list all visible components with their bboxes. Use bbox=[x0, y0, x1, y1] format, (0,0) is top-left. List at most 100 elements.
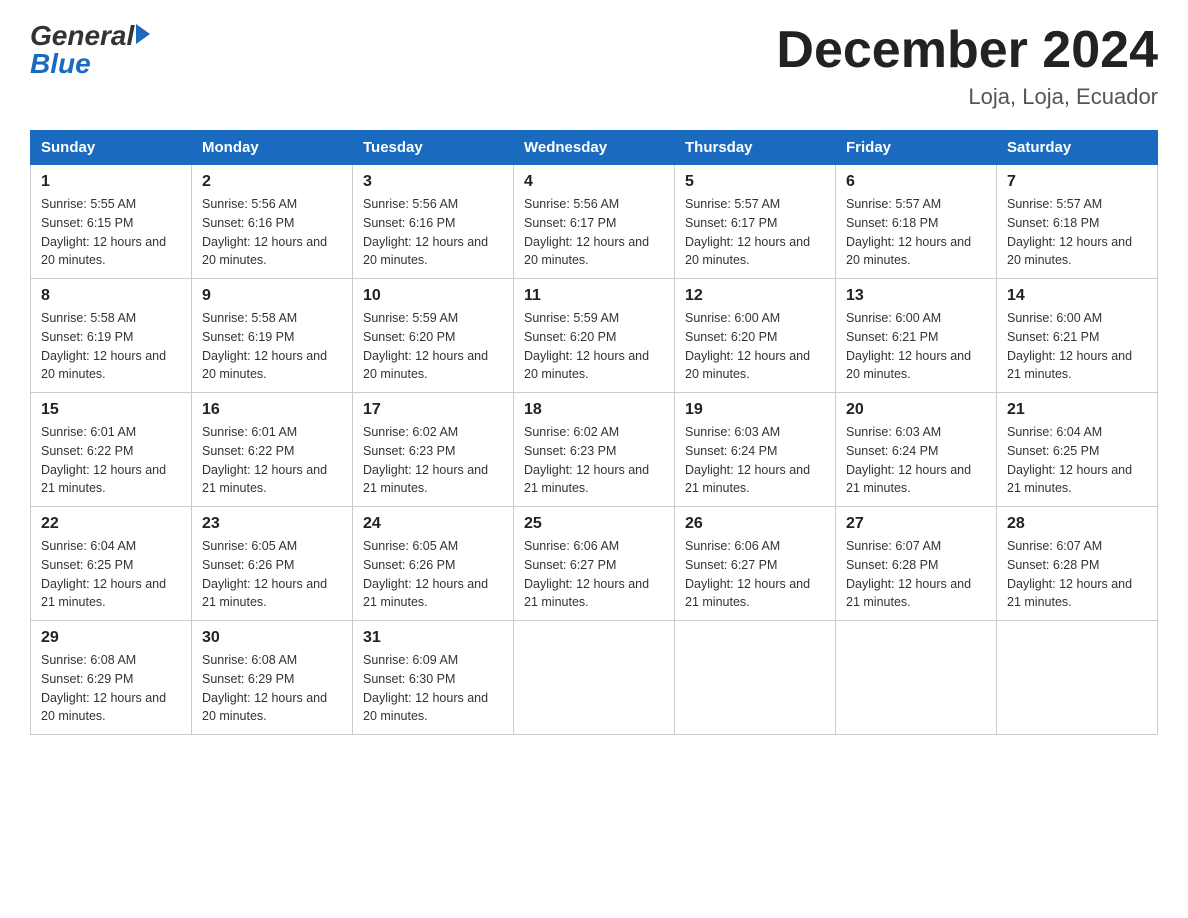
day-number: 10 bbox=[363, 287, 503, 305]
day-info: Sunrise: 6:04 AM Sunset: 6:25 PM Dayligh… bbox=[41, 537, 181, 612]
day-number: 24 bbox=[363, 515, 503, 533]
logo-blue-text: Blue bbox=[30, 48, 91, 80]
calendar-cell: 17 Sunrise: 6:02 AM Sunset: 6:23 PM Dayl… bbox=[353, 393, 514, 507]
day-number: 29 bbox=[41, 629, 181, 647]
day-number: 12 bbox=[685, 287, 825, 305]
calendar-cell: 3 Sunrise: 5:56 AM Sunset: 6:16 PM Dayli… bbox=[353, 165, 514, 279]
calendar-cell: 19 Sunrise: 6:03 AM Sunset: 6:24 PM Dayl… bbox=[675, 393, 836, 507]
header-saturday: Saturday bbox=[997, 131, 1158, 165]
day-info: Sunrise: 5:59 AM Sunset: 6:20 PM Dayligh… bbox=[363, 309, 503, 384]
header-sunday: Sunday bbox=[31, 131, 192, 165]
calendar-cell: 27 Sunrise: 6:07 AM Sunset: 6:28 PM Dayl… bbox=[836, 507, 997, 621]
day-info: Sunrise: 6:01 AM Sunset: 6:22 PM Dayligh… bbox=[41, 423, 181, 498]
day-info: Sunrise: 5:55 AM Sunset: 6:15 PM Dayligh… bbox=[41, 195, 181, 270]
calendar-week-4: 22 Sunrise: 6:04 AM Sunset: 6:25 PM Dayl… bbox=[31, 507, 1158, 621]
calendar-week-1: 1 Sunrise: 5:55 AM Sunset: 6:15 PM Dayli… bbox=[31, 165, 1158, 279]
calendar-cell: 21 Sunrise: 6:04 AM Sunset: 6:25 PM Dayl… bbox=[997, 393, 1158, 507]
day-number: 7 bbox=[1007, 173, 1147, 191]
day-number: 2 bbox=[202, 173, 342, 191]
day-info: Sunrise: 6:02 AM Sunset: 6:23 PM Dayligh… bbox=[363, 423, 503, 498]
day-number: 1 bbox=[41, 173, 181, 191]
day-number: 15 bbox=[41, 401, 181, 419]
calendar-cell: 20 Sunrise: 6:03 AM Sunset: 6:24 PM Dayl… bbox=[836, 393, 997, 507]
day-info: Sunrise: 6:08 AM Sunset: 6:29 PM Dayligh… bbox=[202, 651, 342, 726]
day-number: 9 bbox=[202, 287, 342, 305]
day-number: 3 bbox=[363, 173, 503, 191]
day-number: 6 bbox=[846, 173, 986, 191]
day-info: Sunrise: 5:58 AM Sunset: 6:19 PM Dayligh… bbox=[41, 309, 181, 384]
calendar-cell: 15 Sunrise: 6:01 AM Sunset: 6:22 PM Dayl… bbox=[31, 393, 192, 507]
calendar-cell: 12 Sunrise: 6:00 AM Sunset: 6:20 PM Dayl… bbox=[675, 279, 836, 393]
calendar-cell: 25 Sunrise: 6:06 AM Sunset: 6:27 PM Dayl… bbox=[514, 507, 675, 621]
calendar-cell: 26 Sunrise: 6:06 AM Sunset: 6:27 PM Dayl… bbox=[675, 507, 836, 621]
header-thursday: Thursday bbox=[675, 131, 836, 165]
calendar-cell: 31 Sunrise: 6:09 AM Sunset: 6:30 PM Dayl… bbox=[353, 621, 514, 735]
day-info: Sunrise: 6:00 AM Sunset: 6:21 PM Dayligh… bbox=[846, 309, 986, 384]
day-info: Sunrise: 6:01 AM Sunset: 6:22 PM Dayligh… bbox=[202, 423, 342, 498]
day-info: Sunrise: 5:56 AM Sunset: 6:16 PM Dayligh… bbox=[202, 195, 342, 270]
day-number: 4 bbox=[524, 173, 664, 191]
day-number: 25 bbox=[524, 515, 664, 533]
day-number: 28 bbox=[1007, 515, 1147, 533]
calendar-cell: 10 Sunrise: 5:59 AM Sunset: 6:20 PM Dayl… bbox=[353, 279, 514, 393]
logo: General Blue bbox=[30, 20, 150, 80]
calendar-week-5: 29 Sunrise: 6:08 AM Sunset: 6:29 PM Dayl… bbox=[31, 621, 1158, 735]
header-monday: Monday bbox=[192, 131, 353, 165]
calendar-cell: 18 Sunrise: 6:02 AM Sunset: 6:23 PM Dayl… bbox=[514, 393, 675, 507]
day-info: Sunrise: 6:07 AM Sunset: 6:28 PM Dayligh… bbox=[846, 537, 986, 612]
calendar-cell: 4 Sunrise: 5:56 AM Sunset: 6:17 PM Dayli… bbox=[514, 165, 675, 279]
day-number: 19 bbox=[685, 401, 825, 419]
day-info: Sunrise: 6:03 AM Sunset: 6:24 PM Dayligh… bbox=[685, 423, 825, 498]
calendar-cell: 5 Sunrise: 5:57 AM Sunset: 6:17 PM Dayli… bbox=[675, 165, 836, 279]
header-friday: Friday bbox=[836, 131, 997, 165]
day-number: 30 bbox=[202, 629, 342, 647]
header-tuesday: Tuesday bbox=[353, 131, 514, 165]
day-number: 8 bbox=[41, 287, 181, 305]
day-number: 23 bbox=[202, 515, 342, 533]
title-block: December 2024 Loja, Loja, Ecuador bbox=[776, 20, 1158, 110]
day-info: Sunrise: 6:04 AM Sunset: 6:25 PM Dayligh… bbox=[1007, 423, 1147, 498]
calendar-cell: 16 Sunrise: 6:01 AM Sunset: 6:22 PM Dayl… bbox=[192, 393, 353, 507]
day-number: 22 bbox=[41, 515, 181, 533]
day-info: Sunrise: 6:06 AM Sunset: 6:27 PM Dayligh… bbox=[524, 537, 664, 612]
calendar-cell: 6 Sunrise: 5:57 AM Sunset: 6:18 PM Dayli… bbox=[836, 165, 997, 279]
day-number: 21 bbox=[1007, 401, 1147, 419]
calendar-table: SundayMondayTuesdayWednesdayThursdayFrid… bbox=[30, 130, 1158, 735]
day-info: Sunrise: 6:00 AM Sunset: 6:21 PM Dayligh… bbox=[1007, 309, 1147, 384]
day-info: Sunrise: 5:56 AM Sunset: 6:17 PM Dayligh… bbox=[524, 195, 664, 270]
calendar-cell: 11 Sunrise: 5:59 AM Sunset: 6:20 PM Dayl… bbox=[514, 279, 675, 393]
page-header: General Blue December 2024 Loja, Loja, E… bbox=[30, 20, 1158, 110]
calendar-cell: 23 Sunrise: 6:05 AM Sunset: 6:26 PM Dayl… bbox=[192, 507, 353, 621]
day-info: Sunrise: 5:57 AM Sunset: 6:17 PM Dayligh… bbox=[685, 195, 825, 270]
calendar-header-row: SundayMondayTuesdayWednesdayThursdayFrid… bbox=[31, 131, 1158, 165]
day-number: 5 bbox=[685, 173, 825, 191]
calendar-cell: 8 Sunrise: 5:58 AM Sunset: 6:19 PM Dayli… bbox=[31, 279, 192, 393]
calendar-cell: 13 Sunrise: 6:00 AM Sunset: 6:21 PM Dayl… bbox=[836, 279, 997, 393]
day-number: 31 bbox=[363, 629, 503, 647]
calendar-week-3: 15 Sunrise: 6:01 AM Sunset: 6:22 PM Dayl… bbox=[31, 393, 1158, 507]
day-info: Sunrise: 5:57 AM Sunset: 6:18 PM Dayligh… bbox=[846, 195, 986, 270]
header-wednesday: Wednesday bbox=[514, 131, 675, 165]
calendar-cell bbox=[997, 621, 1158, 735]
day-number: 13 bbox=[846, 287, 986, 305]
calendar-cell bbox=[836, 621, 997, 735]
calendar-cell: 1 Sunrise: 5:55 AM Sunset: 6:15 PM Dayli… bbox=[31, 165, 192, 279]
calendar-cell: 14 Sunrise: 6:00 AM Sunset: 6:21 PM Dayl… bbox=[997, 279, 1158, 393]
calendar-cell: 28 Sunrise: 6:07 AM Sunset: 6:28 PM Dayl… bbox=[997, 507, 1158, 621]
day-number: 26 bbox=[685, 515, 825, 533]
day-info: Sunrise: 5:58 AM Sunset: 6:19 PM Dayligh… bbox=[202, 309, 342, 384]
day-info: Sunrise: 5:56 AM Sunset: 6:16 PM Dayligh… bbox=[363, 195, 503, 270]
month-title: December 2024 bbox=[776, 20, 1158, 80]
calendar-cell: 22 Sunrise: 6:04 AM Sunset: 6:25 PM Dayl… bbox=[31, 507, 192, 621]
calendar-cell: 29 Sunrise: 6:08 AM Sunset: 6:29 PM Dayl… bbox=[31, 621, 192, 735]
day-info: Sunrise: 6:02 AM Sunset: 6:23 PM Dayligh… bbox=[524, 423, 664, 498]
calendar-cell bbox=[514, 621, 675, 735]
calendar-cell: 24 Sunrise: 6:05 AM Sunset: 6:26 PM Dayl… bbox=[353, 507, 514, 621]
day-number: 11 bbox=[524, 287, 664, 305]
calendar-cell: 7 Sunrise: 5:57 AM Sunset: 6:18 PM Dayli… bbox=[997, 165, 1158, 279]
day-number: 27 bbox=[846, 515, 986, 533]
day-number: 17 bbox=[363, 401, 503, 419]
day-info: Sunrise: 6:03 AM Sunset: 6:24 PM Dayligh… bbox=[846, 423, 986, 498]
location-text: Loja, Loja, Ecuador bbox=[776, 84, 1158, 110]
day-info: Sunrise: 6:07 AM Sunset: 6:28 PM Dayligh… bbox=[1007, 537, 1147, 612]
